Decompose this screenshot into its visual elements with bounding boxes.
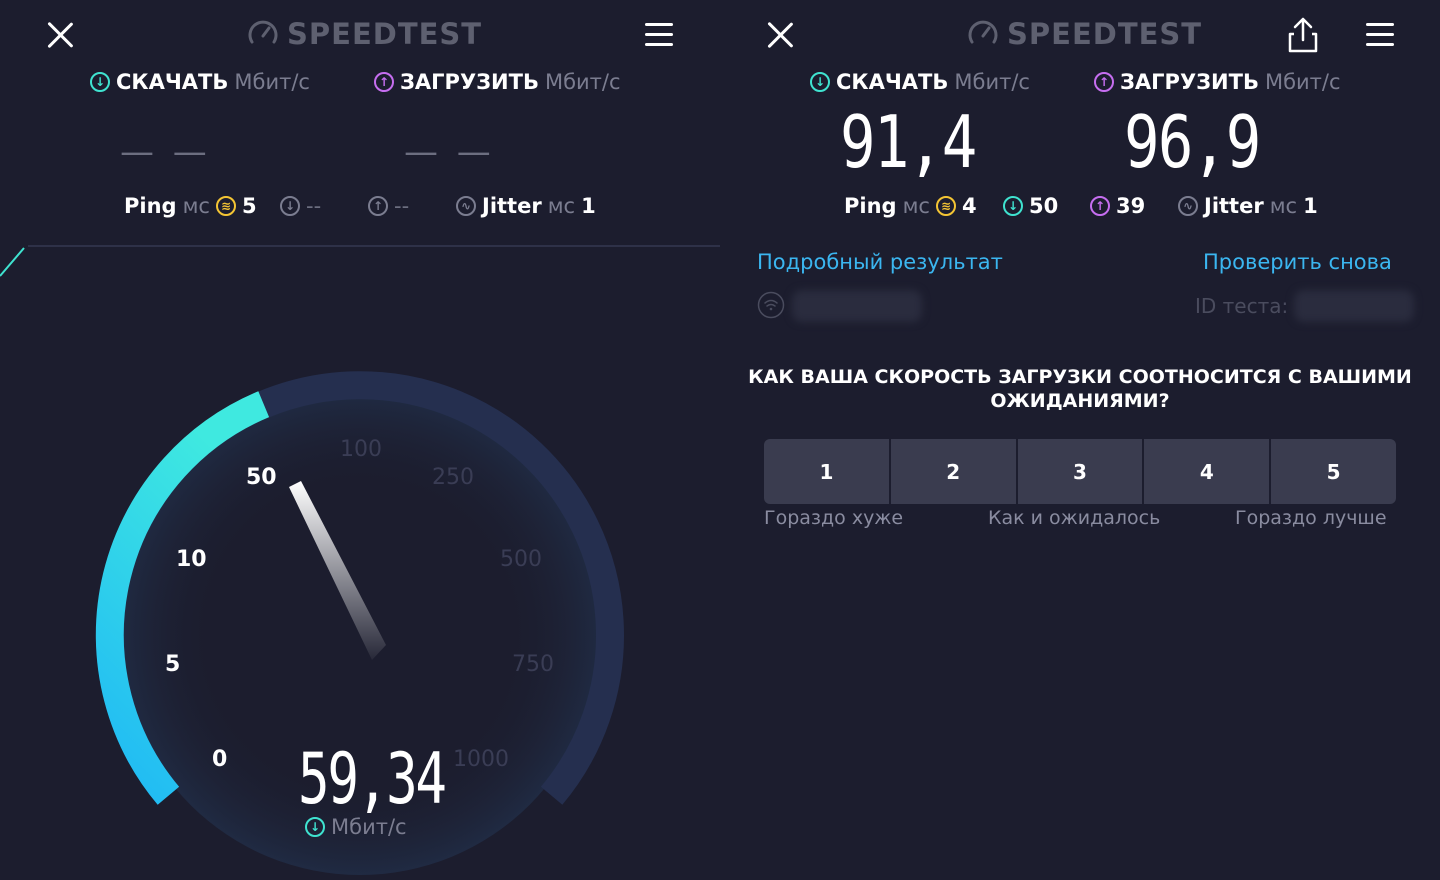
download-result: 91,4: [840, 100, 977, 184]
ping-up-icon: ↑: [1090, 196, 1110, 216]
network-name-redacted: [792, 290, 922, 322]
gauge-tick-750: 750: [512, 652, 554, 677]
download-header: ↓ СКАЧАТЬ Мбит/с: [810, 70, 1030, 94]
rating-button-4[interactable]: 4: [1144, 439, 1270, 504]
jitter-value: 1: [1303, 194, 1318, 218]
ping-down-row: ↓ 50: [1003, 194, 1058, 218]
download-arrow-icon: ↓: [305, 817, 325, 837]
ping-row: Ping мс ≋ 4: [844, 194, 977, 218]
ping-icon: ≋: [935, 196, 956, 216]
rating-button-1[interactable]: 1: [764, 439, 889, 504]
gauge-tick-1000: 1000: [453, 747, 509, 772]
upload-label: ЗАГРУЗИТЬ: [1120, 70, 1259, 94]
gauge-tick-500: 500: [500, 547, 542, 572]
test-id-redacted: [1294, 290, 1414, 322]
retest-link[interactable]: Проверить снова: [1203, 250, 1392, 274]
close-icon[interactable]: [763, 18, 797, 52]
satisfaction-question: КАК ВАША СКОРОСТЬ ЗАГРУЗКИ СООТНОСИТСЯ С…: [748, 366, 1412, 412]
gauge-tick-50: 50: [246, 465, 277, 490]
logo-text: SPEEDTEST: [1007, 17, 1203, 51]
jitter-unit: мс: [1269, 194, 1298, 218]
jitter-row: ∿ Jitter мс 1: [1178, 194, 1318, 218]
jitter-icon: ∿: [1178, 196, 1198, 216]
ping-value: 4: [961, 194, 977, 218]
graph-line: [0, 247, 25, 277]
gauge-tick-5: 5: [165, 652, 181, 677]
speedtest-result-panel: SPEEDTEST ↓ СКАЧАТЬ Мбит/с ↑ ЗАГРУЗИТЬ М…: [720, 0, 1440, 880]
wifi-icon: [757, 291, 785, 319]
menu-icon[interactable]: [1366, 20, 1394, 48]
gauge-tick-10: 10: [176, 547, 207, 572]
ping-up-value: 39: [1116, 194, 1146, 218]
scale-high-label: Гораздо лучше: [1235, 507, 1387, 529]
upload-result: 96,9: [1124, 100, 1261, 184]
rating-button-2[interactable]: 2: [890, 439, 1016, 504]
scale-low-label: Гораздо хуже: [764, 507, 904, 529]
ping-label: Ping: [844, 194, 897, 218]
jitter-label: Jitter: [1204, 194, 1264, 218]
share-icon[interactable]: [1286, 16, 1320, 54]
download-unit: Мбит/с: [954, 70, 1030, 94]
speedtest-in-progress-panel: SPEEDTEST ↓ СКАЧАТЬ Мбит/с ↑ ЗАГРУЗИТЬ М…: [0, 0, 720, 880]
ping-down-value: 50: [1029, 194, 1059, 218]
ping-down-icon: ↓: [1003, 196, 1023, 216]
current-speed-unit: ↓ Мбит/с: [305, 815, 407, 839]
ping-up-row: ↑ 39: [1090, 194, 1145, 218]
download-label: СКАЧАТЬ: [836, 70, 949, 94]
upload-unit: Мбит/с: [1264, 70, 1341, 94]
gauge-tick-0: 0: [212, 747, 228, 772]
rating-scale: 1 2 3 4 5: [764, 439, 1396, 504]
ping-unit: мс: [902, 194, 930, 218]
current-unit-label: Мбит/с: [331, 815, 407, 839]
speedtest-logo: SPEEDTEST: [967, 17, 1202, 51]
gauge-tick-100: 100: [340, 437, 382, 462]
upload-header: ↑ ЗАГРУЗИТЬ Мбит/с: [1094, 70, 1341, 94]
gauge-tick-250: 250: [432, 465, 474, 490]
scale-mid-label: Как и ожидалось: [988, 507, 1161, 529]
upload-arrow-icon: ↑: [1094, 72, 1114, 92]
test-id-label: ID теста:: [1195, 294, 1289, 318]
current-speed: 59,34: [298, 738, 447, 820]
rating-button-5[interactable]: 5: [1271, 439, 1396, 504]
detailed-result-link[interactable]: Подробный результат: [757, 250, 1003, 274]
rating-button-3[interactable]: 3: [1017, 439, 1143, 504]
gauge-logo-icon: [968, 20, 998, 44]
download-arrow-icon: ↓: [810, 72, 830, 92]
